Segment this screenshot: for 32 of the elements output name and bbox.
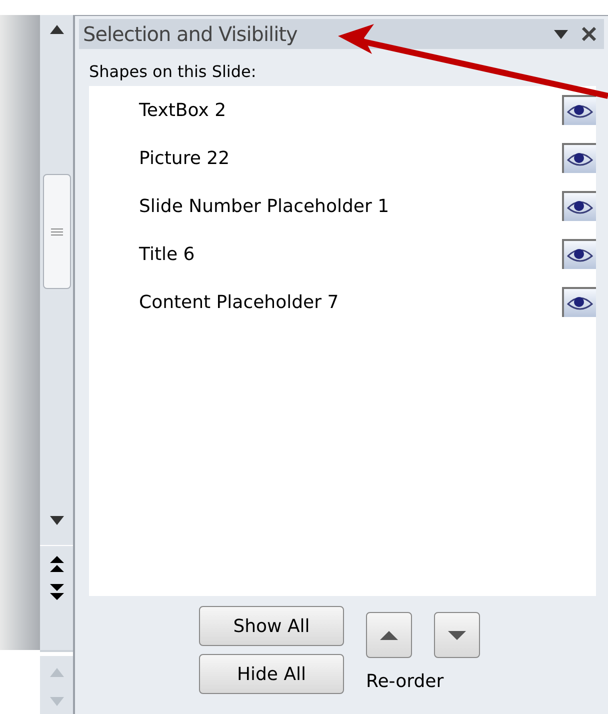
- reorder-label: Re-order: [366, 670, 445, 694]
- move-down-button[interactable]: [434, 612, 480, 658]
- eye-icon: [567, 246, 593, 264]
- list-label: Shapes on this Slide:: [89, 61, 258, 83]
- eye-icon: [567, 198, 593, 216]
- hide-all-button[interactable]: Hide All: [199, 654, 344, 694]
- eye-icon: [567, 102, 593, 120]
- grip-icon: [50, 228, 62, 236]
- eye-icon: [567, 294, 593, 312]
- close-icon[interactable]: [582, 27, 596, 41]
- eye-icon: [567, 150, 593, 168]
- move-up-button[interactable]: [366, 612, 412, 658]
- show-all-button[interactable]: Show All: [199, 606, 344, 646]
- scroll-thumb[interactable]: [42, 174, 70, 289]
- visibility-toggle[interactable]: [562, 95, 596, 125]
- shape-name[interactable]: TextBox 2: [139, 96, 562, 124]
- scroll-down-arrow[interactable]: [50, 516, 64, 525]
- dropdown-arrow[interactable]: [554, 30, 568, 38]
- visibility-toggle[interactable]: [562, 143, 596, 173]
- scroll-up-arrow[interactable]: [50, 25, 64, 34]
- shape-name[interactable]: Title 6: [139, 240, 562, 268]
- visibility-toggle[interactable]: [562, 191, 596, 221]
- shape-name[interactable]: Picture 22: [139, 144, 562, 172]
- previous-slide-icon[interactable]: [50, 556, 64, 572]
- up-arrow-icon: [380, 630, 398, 640]
- visibility-toggle[interactable]: [562, 287, 596, 317]
- shape-name[interactable]: Slide Number Placeholder 1: [139, 192, 562, 220]
- next-slide-icon[interactable]: [50, 584, 64, 600]
- pane-title: Selection and Visibility: [83, 21, 298, 48]
- shape-name[interactable]: Content Placeholder 7: [139, 288, 562, 316]
- down-arrow-icon: [448, 630, 466, 640]
- visibility-toggle[interactable]: [562, 239, 596, 269]
